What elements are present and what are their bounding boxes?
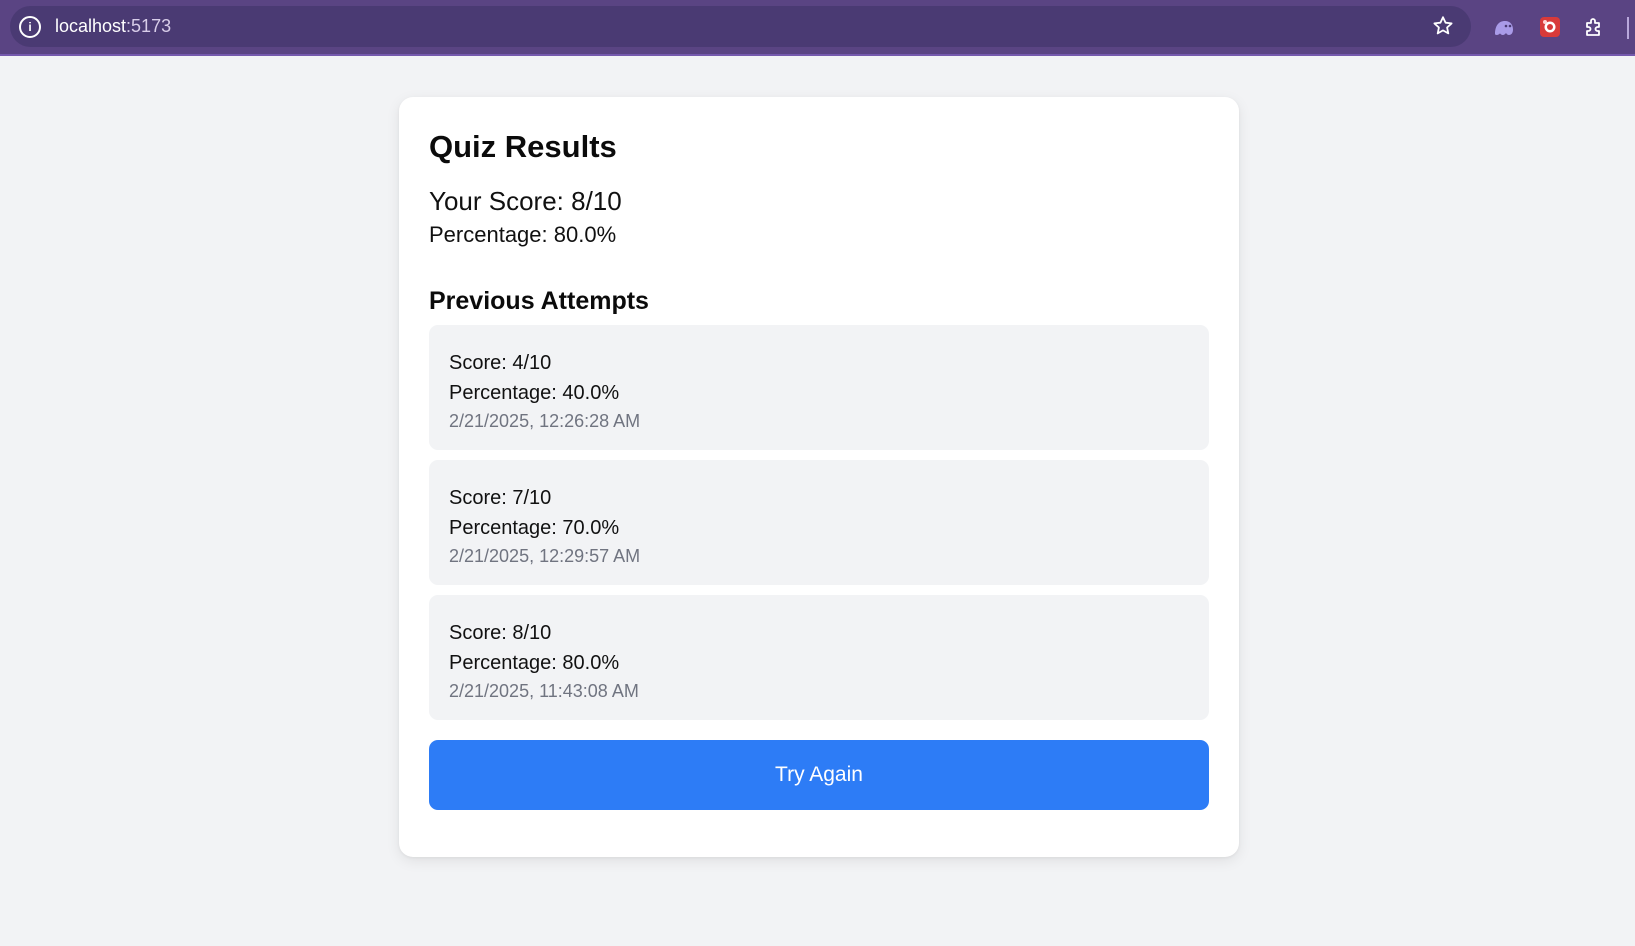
attempt-percentage: Percentage: 80.0% (449, 652, 620, 675)
url-host: localhost (55, 16, 127, 36)
attempts-list: Score: 4/10 Percentage: 40.0% 2/21/2025,… (429, 325, 1209, 721)
attempt-timestamp: 2/21/2025, 12:29:57 AM (449, 546, 641, 567)
attempt-timestamp: 2/21/2025, 12:26:28 AM (449, 411, 641, 432)
attempt-score: Score: 4/10 (449, 352, 552, 375)
info-icon[interactable]: i (19, 15, 41, 38)
attempt-percentage: Percentage: 70.0% (449, 517, 620, 540)
previous-attempts-heading: Previous Attempts (429, 286, 649, 315)
current-percentage: Percentage: 80.0% (429, 222, 617, 248)
attempt-item: Score: 7/10 Percentage: 70.0% 2/21/2025,… (429, 460, 1209, 586)
url-port: :5173 (126, 16, 172, 36)
attempt-timestamp: 2/21/2025, 11:43:08 AM (449, 681, 639, 702)
address-bar[interactable]: i localhost:5173 (10, 6, 1471, 47)
quiz-results-card: Quiz Results Your Score: 8/10 Percentage… (399, 97, 1239, 857)
page-title: Quiz Results (429, 129, 617, 164)
toolbar-divider (1627, 17, 1629, 39)
try-again-button[interactable]: Try Again (429, 740, 1209, 811)
attempt-score: Score: 8/10 (449, 622, 552, 645)
current-score: Your Score: 8/10 (429, 186, 622, 217)
red-extension-icon[interactable] (1538, 15, 1562, 39)
attempt-item: Score: 4/10 Percentage: 40.0% 2/21/2025,… (429, 325, 1209, 451)
puzzle-extensions-icon[interactable] (1583, 15, 1607, 39)
ghost-extension-icon[interactable] (1492, 15, 1516, 39)
bookmark-star-icon[interactable] (1431, 14, 1455, 38)
attempt-item: Score: 8/10 Percentage: 80.0% 2/21/2025,… (429, 595, 1209, 721)
attempt-score: Score: 7/10 (449, 487, 552, 510)
attempt-percentage: Percentage: 40.0% (449, 382, 620, 405)
browser-toolbar: i localhost:5173 (0, 0, 1635, 56)
url-text[interactable]: localhost:5173 (55, 16, 171, 37)
